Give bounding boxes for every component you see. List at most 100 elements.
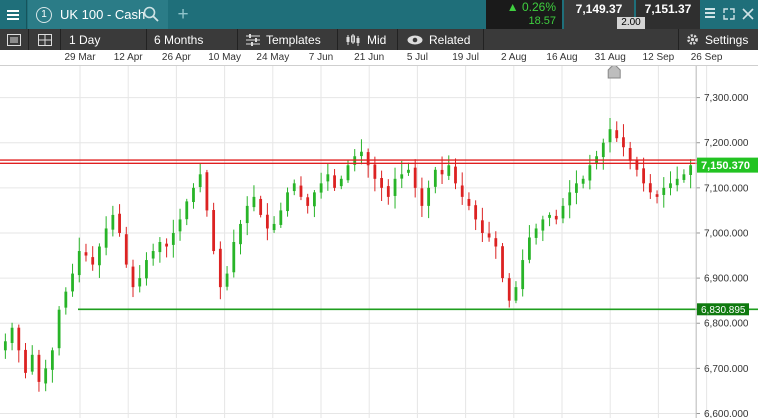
- candle-up: [541, 219, 545, 231]
- y-tick-label: 7,100.000: [704, 183, 749, 194]
- x-tick-label: 12 Sep: [642, 52, 675, 63]
- candle-up: [433, 169, 437, 187]
- x-tick-label: 29 Mar: [64, 52, 96, 63]
- candle-up: [675, 178, 679, 186]
- candle-up: [548, 214, 551, 218]
- x-tick-label: 19 Jul: [452, 52, 479, 63]
- support-price-label: 6,830.895: [701, 305, 746, 316]
- candle-down: [420, 188, 424, 206]
- buy-price-button[interactable]: 7,151.37: [636, 0, 700, 29]
- candle-up: [292, 183, 296, 192]
- candle-down: [454, 166, 457, 184]
- add-tab-button[interactable]: +: [172, 0, 194, 29]
- candle-up: [252, 196, 256, 208]
- search-icon[interactable]: [143, 6, 159, 22]
- candle-down: [628, 147, 632, 161]
- candle-up: [30, 354, 34, 372]
- candle-up: [171, 232, 175, 245]
- x-tick-label: 26 Apr: [161, 52, 191, 63]
- instrument-number-badge: 1: [36, 6, 52, 23]
- candle-down: [259, 198, 263, 215]
- price-type-selector[interactable]: Mid: [338, 29, 398, 50]
- candle-down: [373, 164, 377, 179]
- candle-up: [521, 260, 525, 290]
- candle-up: [245, 205, 249, 224]
- candle-down: [507, 278, 511, 301]
- close-icon[interactable]: [742, 7, 754, 21]
- price-type-label: Mid: [367, 32, 387, 47]
- candle-down: [386, 186, 390, 197]
- candle-up: [64, 291, 68, 308]
- candle-down: [131, 266, 135, 288]
- x-tick-label: 10 May: [208, 52, 241, 63]
- candle-up: [225, 273, 229, 287]
- candle-down: [487, 233, 491, 238]
- related-button[interactable]: Related: [398, 29, 484, 50]
- candle-up: [279, 210, 283, 225]
- candle-down: [84, 252, 88, 256]
- candle-up: [326, 174, 330, 182]
- candle-up: [514, 287, 518, 301]
- candle-down: [265, 214, 269, 229]
- candle-down: [655, 194, 659, 197]
- candle-up: [198, 174, 202, 188]
- plus-icon: +: [177, 3, 189, 25]
- price-chart[interactable]: 7,300.000 7,200.000 7,100.000 7,000.000 6,90…: [0, 66, 758, 418]
- y-tick-label: 6,700.000: [704, 364, 749, 375]
- current-price-label: 7,150.370: [701, 160, 750, 172]
- expand-icon[interactable]: [722, 7, 736, 21]
- candle-up: [339, 178, 343, 187]
- change-percent: 0.26%: [521, 0, 556, 14]
- templates-button[interactable]: Templates: [238, 29, 338, 50]
- candle-up: [57, 309, 61, 349]
- candle-down: [218, 248, 222, 288]
- candle-up: [527, 237, 531, 260]
- candle-up: [3, 341, 7, 351]
- eye-icon: [407, 35, 423, 44]
- hamburger-menu-button[interactable]: [0, 0, 27, 29]
- candle-up: [178, 219, 182, 232]
- grid-layout-icon: [37, 33, 52, 46]
- candle-up: [232, 242, 236, 273]
- candle-up: [313, 192, 316, 207]
- chart-toolbar: 1 Day 6 Months Templates Mid Related Set…: [0, 29, 758, 50]
- settings-button[interactable]: Settings: [678, 29, 758, 50]
- hamburger-icon: [7, 9, 19, 20]
- candle-up: [272, 223, 276, 231]
- candle-down: [205, 172, 209, 211]
- range-selector[interactable]: 6 Months: [147, 29, 238, 50]
- candle-up: [447, 165, 451, 176]
- candle-up: [71, 273, 74, 292]
- time-marker-icon: [607, 66, 621, 79]
- x-tick-label: 7 Jun: [308, 52, 334, 63]
- x-tick-label: 2 Aug: [501, 52, 527, 63]
- indicators-button[interactable]: [0, 29, 29, 50]
- candle-down: [413, 167, 417, 188]
- candle-up: [561, 205, 565, 219]
- layout-button[interactable]: [29, 29, 61, 50]
- candle-up: [575, 183, 578, 193]
- templates-label: Templates: [266, 32, 321, 47]
- candle-up: [138, 278, 142, 287]
- y-tick-label: 6,800.000: [704, 319, 749, 330]
- candle-up: [104, 228, 108, 248]
- y-tick-label: 7,000.000: [704, 228, 749, 239]
- minimize-icon[interactable]: [704, 7, 716, 21]
- candle-up: [44, 368, 48, 384]
- candle-up: [151, 251, 155, 259]
- x-tick-label: 26 Sep: [690, 52, 723, 63]
- candle-down: [17, 327, 21, 351]
- candle-down: [642, 168, 646, 184]
- candle-down: [165, 243, 169, 247]
- candle-up: [111, 214, 115, 230]
- gear-icon: [687, 34, 698, 45]
- candle-up: [400, 174, 404, 179]
- candle-down: [118, 213, 121, 233]
- candle-up: [77, 251, 81, 276]
- candle-down: [440, 169, 444, 175]
- candle-up: [158, 242, 162, 253]
- candle-down: [124, 234, 128, 265]
- candle-down: [91, 257, 95, 265]
- related-label: Related: [429, 32, 471, 47]
- interval-selector[interactable]: 1 Day: [61, 29, 147, 50]
